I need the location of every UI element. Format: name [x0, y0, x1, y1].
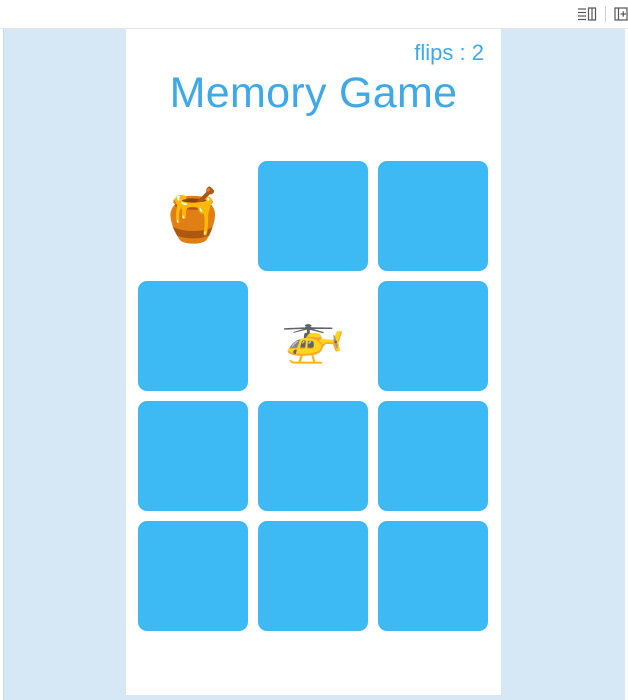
memory-card[interactable]: 🚁	[258, 281, 368, 391]
memory-card[interactable]	[138, 521, 248, 631]
add-panel-icon[interactable]	[611, 5, 628, 23]
flips-separator: :	[453, 40, 472, 65]
honey-pot-icon: 🍯	[160, 187, 226, 245]
toolbar-divider	[605, 6, 606, 22]
flips-label: flips	[414, 40, 454, 65]
memory-card[interactable]	[258, 521, 368, 631]
memory-card[interactable]: 🍯	[138, 161, 248, 271]
memory-card[interactable]	[378, 401, 488, 511]
memory-card[interactable]	[378, 161, 488, 271]
card-grid: 🍯 🚁	[138, 161, 489, 631]
memory-card[interactable]	[258, 161, 368, 271]
memory-card[interactable]	[258, 401, 368, 511]
helicopter-icon: 🚁	[280, 307, 346, 365]
memory-card[interactable]	[138, 281, 248, 391]
memory-card[interactable]	[378, 281, 488, 391]
memory-card[interactable]	[138, 401, 248, 511]
flips-counter: flips : 2	[414, 40, 484, 66]
reader-view-icon[interactable]	[577, 5, 597, 23]
flips-count: 2	[471, 40, 484, 65]
browser-toolbar	[0, 0, 628, 29]
page-title: Memory Game	[169, 69, 458, 117]
game-screen: flips : 2 Memory Game 🍯 🚁	[126, 29, 501, 695]
memory-card[interactable]	[378, 521, 488, 631]
